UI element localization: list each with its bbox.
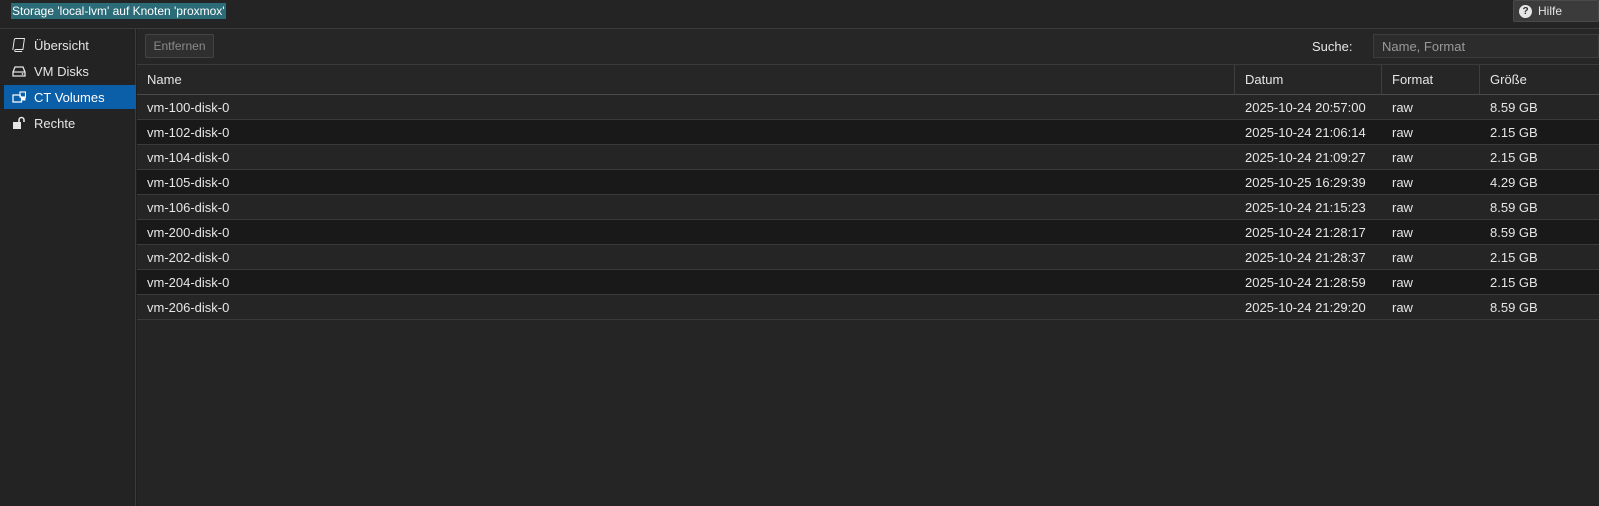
- table-row[interactable]: vm-102-disk-0 2025-10-24 21:06:14 raw 2.15 …: [137, 120, 1599, 145]
- sidebar-item-label: CT Volumes: [34, 89, 105, 105]
- cell-name: vm-102-disk-0: [147, 124, 230, 140]
- cell-size: 2.15 GB: [1490, 274, 1538, 290]
- sidebar-item-ct-volumes[interactable]: CT Volumes: [4, 85, 136, 109]
- table-row[interactable]: vm-206-disk-0 2025-10-24 21:29:20 raw 8.59 …: [137, 295, 1599, 320]
- table-header: Name Datum Format Größe: [137, 65, 1599, 95]
- cell-name: vm-206-disk-0: [147, 299, 230, 315]
- cell-name: vm-100-disk-0: [147, 99, 230, 115]
- cell-format: raw: [1392, 249, 1413, 265]
- help-button[interactable]: ? Hilfe: [1513, 0, 1599, 22]
- search-input[interactable]: [1373, 34, 1599, 58]
- table-row[interactable]: vm-204-disk-0 2025-10-24 21:28:59 raw 2.15 …: [137, 270, 1599, 295]
- cell-size: 8.59 GB: [1490, 99, 1538, 115]
- window-title: Storage 'local-lvm' auf Knoten 'proxmox': [11, 3, 226, 19]
- cell-date: 2025-10-24 21:09:27: [1245, 149, 1366, 165]
- cell-name: vm-105-disk-0: [147, 174, 230, 190]
- column-header-date[interactable]: Datum: [1235, 65, 1382, 94]
- cell-date: 2025-10-24 21:28:17: [1245, 224, 1366, 240]
- table-row[interactable]: vm-200-disk-0 2025-10-24 21:28:17 raw 8.59 …: [137, 220, 1599, 245]
- cell-size: 8.59 GB: [1490, 299, 1538, 315]
- cell-date: 2025-10-25 16:29:39: [1245, 174, 1366, 190]
- column-header-name[interactable]: Name: [137, 65, 1235, 94]
- table-row[interactable]: vm-106-disk-0 2025-10-24 21:15:23 raw 8.59 …: [137, 195, 1599, 220]
- cell-format: raw: [1392, 149, 1413, 165]
- cell-size: 8.59 GB: [1490, 224, 1538, 240]
- cell-name: vm-106-disk-0: [147, 199, 230, 215]
- sidebar-item-vm-disks[interactable]: VM Disks: [4, 59, 136, 83]
- cell-format: raw: [1392, 199, 1413, 215]
- book-icon: [12, 38, 26, 52]
- cell-name: vm-204-disk-0: [147, 274, 230, 290]
- column-header-size[interactable]: Größe: [1480, 65, 1599, 94]
- cell-date: 2025-10-24 21:28:37: [1245, 249, 1366, 265]
- sidebar-item-permissions[interactable]: Rechte: [4, 111, 136, 135]
- sidebar-item-label: Übersicht: [34, 37, 89, 53]
- cell-date: 2025-10-24 21:06:14: [1245, 124, 1366, 140]
- volumes-table: Name Datum Format Größe vm-100-disk-0 202…: [137, 65, 1599, 320]
- cell-date: 2025-10-24 21:15:23: [1245, 199, 1366, 215]
- table-body: vm-100-disk-0 2025-10-24 20:57:00 raw 8.59 …: [137, 95, 1599, 320]
- cell-size: 8.59 GB: [1490, 199, 1538, 215]
- unlock-icon: [12, 116, 26, 130]
- cell-size: 2.15 GB: [1490, 149, 1538, 165]
- help-label: Hilfe: [1538, 4, 1563, 18]
- main-panel: Entfernen Suche: Name Datum Format Größe…: [137, 29, 1599, 506]
- cell-name: vm-200-disk-0: [147, 224, 230, 240]
- cell-name: vm-202-disk-0: [147, 249, 230, 265]
- hdd-icon: [12, 64, 26, 78]
- sidebar-item-label: Rechte: [34, 115, 76, 131]
- cell-size: 4.29 GB: [1490, 174, 1538, 190]
- ct-volumes-icon: [12, 90, 26, 104]
- remove-button[interactable]: Entfernen: [145, 34, 214, 58]
- cell-format: raw: [1392, 274, 1413, 290]
- sidebar: Übersicht VM Disks CT Volumes Rechte: [0, 29, 136, 506]
- table-row[interactable]: vm-100-disk-0 2025-10-24 20:57:00 raw 8.59 …: [137, 95, 1599, 120]
- cell-format: raw: [1392, 124, 1413, 140]
- cell-format: raw: [1392, 99, 1413, 115]
- cell-date: 2025-10-24 20:57:00: [1245, 99, 1366, 115]
- cell-format: raw: [1392, 299, 1413, 315]
- table-row[interactable]: vm-105-disk-0 2025-10-25 16:29:39 raw 4.29 …: [137, 170, 1599, 195]
- cell-date: 2025-10-24 21:28:59: [1245, 274, 1366, 290]
- toolbar: Entfernen Suche:: [137, 29, 1599, 65]
- cell-date: 2025-10-24 21:29:20: [1245, 299, 1366, 315]
- cell-format: raw: [1392, 174, 1413, 190]
- sidebar-item-label: VM Disks: [34, 63, 89, 79]
- question-circle-icon: ?: [1519, 4, 1532, 18]
- cell-size: 2.15 GB: [1490, 249, 1538, 265]
- table-row[interactable]: vm-202-disk-0 2025-10-24 21:28:37 raw 2.15 …: [137, 245, 1599, 270]
- table-row[interactable]: vm-104-disk-0 2025-10-24 21:09:27 raw 2.15 …: [137, 145, 1599, 170]
- search-label: Suche:: [1312, 39, 1353, 54]
- column-header-format[interactable]: Format: [1382, 65, 1480, 94]
- cell-name: vm-104-disk-0: [147, 149, 230, 165]
- sidebar-item-overview[interactable]: Übersicht: [4, 33, 136, 57]
- cell-size: 2.15 GB: [1490, 124, 1538, 140]
- cell-format: raw: [1392, 224, 1413, 240]
- window-titlebar: Storage 'local-lvm' auf Knoten 'proxmox'…: [0, 0, 1599, 29]
